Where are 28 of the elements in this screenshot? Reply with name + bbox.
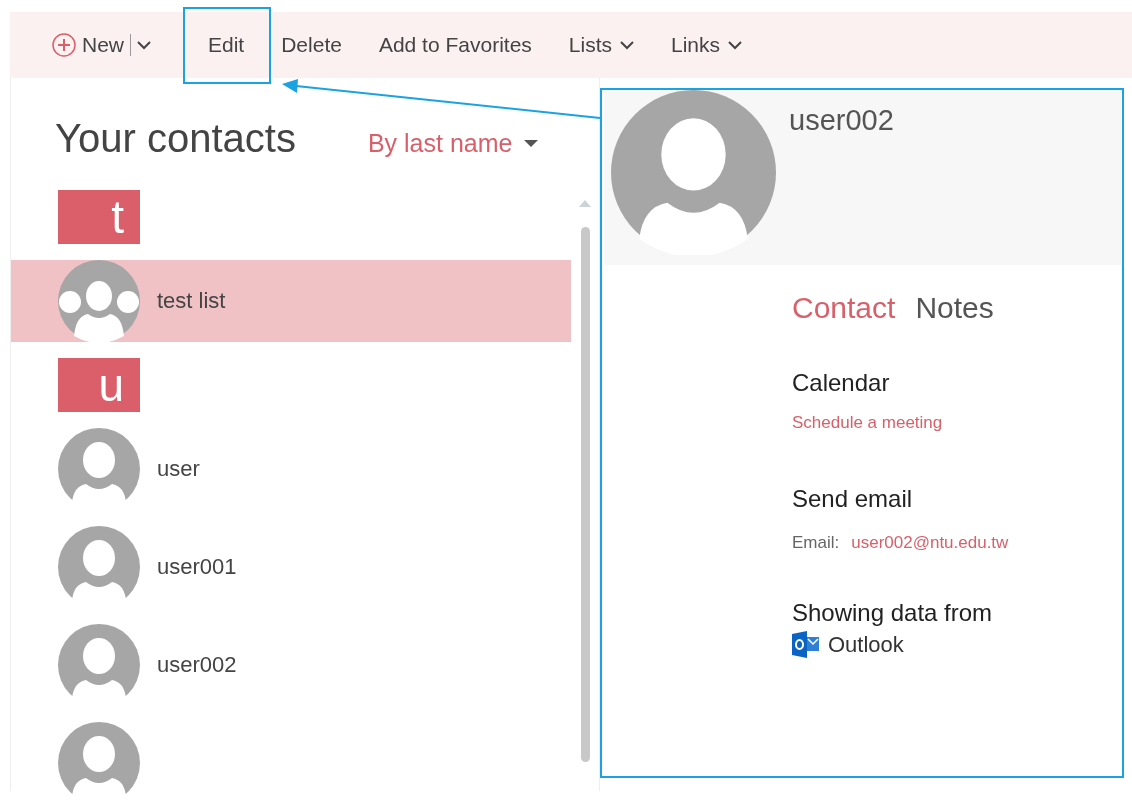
panel-title: Your contacts [55,116,296,161]
letter-tile[interactable]: u [58,358,140,412]
sort-dropdown[interactable]: By last name [361,128,545,159]
toolbar-menu[interactable]: Lists [552,25,650,65]
section-heading: Showing data from [792,599,994,627]
source-app: Outlook [828,631,904,658]
contact-name: user [157,456,200,482]
contact-row[interactable]: user [11,428,571,510]
contact-name: test list [157,288,226,314]
contact-row[interactable]: test list [11,260,571,342]
contact-name: user001 [157,554,237,580]
toolbar-menu[interactable]: Links [655,25,759,65]
schedule-link[interactable]: Schedule a meeting [792,413,1132,433]
tab[interactable]: Contact [792,291,896,325]
toolbar-button[interactable]: Add to Favorites [362,25,548,65]
tab[interactable]: Notes [915,291,994,325]
email-label: Email: [792,533,840,553]
letter-tile[interactable]: t [58,190,140,244]
email-link[interactable]: user002@ntu.edu.tw [851,533,1009,553]
toolbar-button[interactable]: Delete [265,25,358,65]
contact-row[interactable]: user001 [11,526,571,608]
section-heading: Calendar [792,369,891,397]
contact-name: user002 [789,104,894,137]
contact-row[interactable]: user002 [11,624,571,706]
contact-name: user002 [157,652,237,678]
toolbar-button[interactable]: Edit [192,25,261,65]
section-heading: Send email [792,485,914,513]
new-button[interactable]: New [52,25,167,65]
